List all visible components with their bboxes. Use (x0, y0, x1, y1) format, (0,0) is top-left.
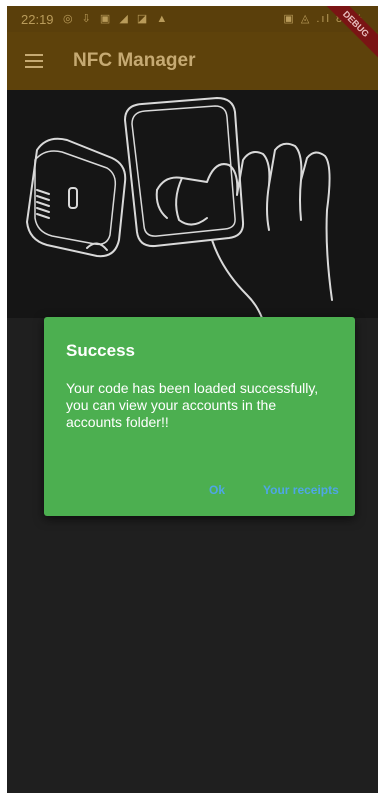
ok-button[interactable]: Ok (209, 483, 225, 497)
dialog-message: Your code has been loaded successfully, … (66, 380, 319, 430)
status-time: 22:19 (21, 12, 54, 27)
status-bar: 22:19 ◎ ⇩ ▣ ◢ ◪ ▲ ▣ ◬ .ıl 80% (7, 6, 378, 32)
menu-icon[interactable] (25, 54, 43, 68)
phone-and-tag-drawing (26, 97, 333, 319)
app-bar: NFC Manager (7, 32, 378, 90)
your-receipts-button[interactable]: Your receipts (263, 483, 339, 497)
notification-icons: ◎ ⇩ ▣ ◢ ◪ ▲ (63, 13, 171, 25)
nfc-illustration (7, 90, 378, 319)
success-dialog: Success Your code has been loaded succes… (44, 317, 355, 516)
phone-screen: 22:19 ◎ ⇩ ▣ ◢ ◪ ▲ ▣ ◬ .ıl 80% NFC Manage… (7, 6, 378, 793)
app-title: NFC Manager (73, 50, 196, 71)
dialog-title: Success (66, 341, 135, 360)
